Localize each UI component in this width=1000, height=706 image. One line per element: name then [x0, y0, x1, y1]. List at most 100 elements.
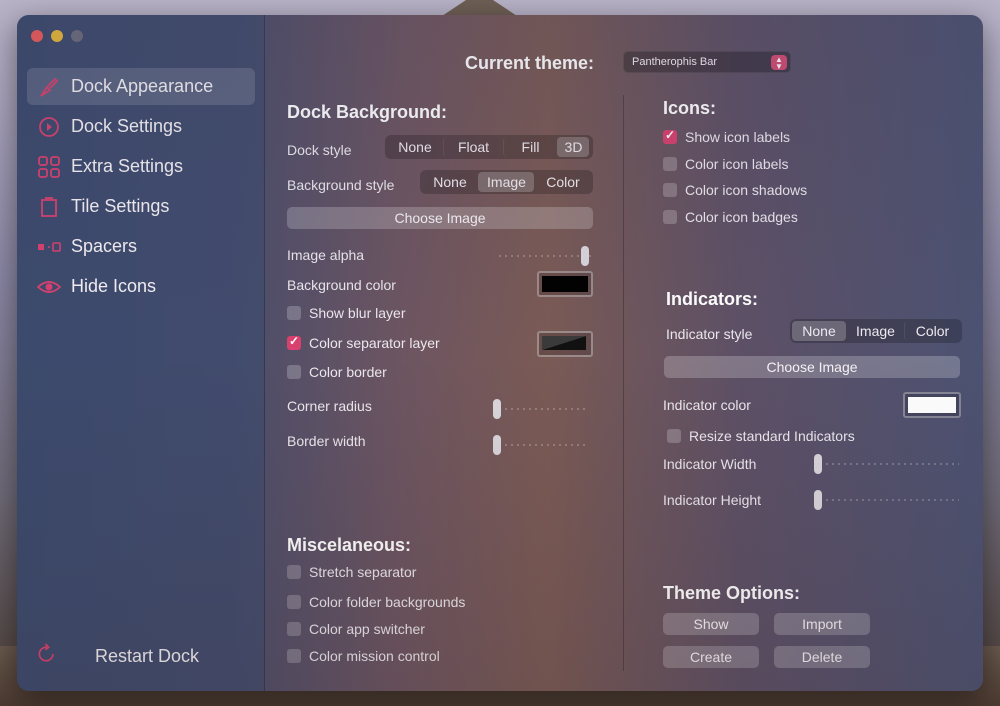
indicator-style-segmented: None Image Color — [790, 319, 962, 343]
checkbox-box[interactable] — [287, 334, 301, 350]
sidebar-item-tile-settings[interactable]: Tile Settings — [27, 188, 255, 225]
checkbox-box[interactable] — [663, 157, 677, 171]
sidebar-item-dock-appearance[interactable]: Dock Appearance — [27, 68, 255, 105]
separator-color-well[interactable] — [537, 331, 593, 357]
slider-knob[interactable] — [581, 246, 589, 266]
color-icon-badges-checkbox[interactable]: Color icon badges — [663, 209, 798, 225]
main-panel: Current theme: Pantherophis Bar ▲ ▼ Dock … — [265, 15, 983, 691]
theme-select[interactable]: Pantherophis Bar ▲ ▼ — [623, 51, 791, 73]
dock-settings-icon — [37, 116, 61, 138]
slider-knob[interactable] — [814, 490, 822, 510]
restart-dock-button[interactable]: Restart Dock — [35, 643, 199, 669]
zoom-button[interactable] — [71, 30, 83, 42]
color-mission-control-checkbox[interactable]: Color mission control — [287, 648, 440, 664]
indicator-choose-image-button[interactable]: Choose Image — [664, 356, 960, 378]
checkbox-box[interactable] — [287, 595, 301, 609]
slider-knob[interactable] — [493, 435, 501, 455]
checkbox-box[interactable] — [663, 128, 677, 144]
choose-image-button[interactable]: Choose Image — [287, 207, 593, 229]
background-color-label: Background color — [287, 277, 396, 293]
resize-indicators-checkbox[interactable]: Resize standard Indicators — [667, 428, 855, 444]
checkbox-label: Color app switcher — [309, 621, 425, 637]
color-icon-labels-checkbox[interactable]: Color icon labels — [663, 156, 789, 172]
indicator-style-none[interactable]: None — [792, 321, 846, 341]
restart-label: Restart Dock — [95, 645, 200, 666]
background-style-label: Background style — [287, 177, 395, 193]
checkbox-label: Color icon badges — [685, 209, 798, 225]
slider-knob[interactable] — [814, 454, 822, 474]
checkbox-label: Show icon labels — [685, 129, 791, 145]
checkbox-box[interactable] — [663, 183, 677, 197]
create-theme-button[interactable]: Create — [663, 646, 759, 668]
background-style-none[interactable]: None — [422, 172, 478, 192]
border-width-slider[interactable] — [493, 435, 589, 455]
indicator-style-label: Indicator style — [666, 326, 753, 342]
close-button[interactable] — [31, 30, 43, 42]
indicator-style-image[interactable]: Image — [846, 321, 904, 341]
checkbox-label: Show blur layer — [309, 305, 406, 321]
checkbox-label: Color icon labels — [685, 156, 789, 172]
color-icon-shadows-checkbox[interactable]: Color icon shadows — [663, 182, 807, 198]
show-blur-checkbox[interactable]: Show blur layer — [287, 305, 406, 321]
eye-icon — [36, 276, 62, 298]
dock-style-none[interactable]: None — [387, 137, 443, 157]
gradient-swatch — [542, 336, 586, 350]
sidebar-item-extra-settings[interactable]: Extra Settings — [27, 148, 255, 185]
color-app-switcher-checkbox[interactable]: Color app switcher — [287, 621, 425, 637]
dock-style-float[interactable]: Float — [443, 137, 503, 157]
color-fill — [542, 276, 588, 292]
color-border-checkbox[interactable]: Color border — [287, 364, 387, 380]
slider-knob[interactable] — [493, 399, 501, 419]
theme-options-title: Theme Options: — [663, 583, 801, 603]
slider-track — [493, 444, 589, 446]
sidebar-item-hide-icons[interactable]: Hide Icons — [27, 268, 255, 305]
indicator-style-color[interactable]: Color — [904, 321, 960, 341]
indicator-color-label: Indicator color — [663, 397, 751, 413]
indicator-height-slider[interactable] — [814, 490, 959, 510]
dock-style-segmented: None Float Fill 3D — [385, 135, 593, 159]
checkbox-box[interactable] — [667, 429, 681, 443]
checkbox-box[interactable] — [287, 649, 301, 663]
sidebar-item-label: Tile Settings — [71, 196, 170, 216]
checkbox-label: Color separator layer — [309, 335, 440, 351]
sidebar-item-label: Spacers — [71, 236, 138, 256]
chevron-updown-icon: ▲ ▼ — [771, 55, 787, 71]
corner-radius-slider[interactable] — [493, 399, 589, 419]
misc-title: Miscelaneous: — [287, 535, 412, 555]
checkbox-box[interactable] — [287, 565, 301, 579]
background-color-well[interactable] — [537, 271, 593, 297]
restart-icon — [35, 643, 61, 669]
image-alpha-label: Image alpha — [287, 247, 365, 263]
sidebar-item-spacers[interactable]: Spacers — [27, 228, 255, 265]
delete-theme-button[interactable]: Delete — [774, 646, 870, 668]
indicator-width-slider[interactable] — [814, 454, 959, 474]
background-style-color[interactable]: Color — [534, 172, 591, 192]
image-alpha-slider[interactable] — [499, 246, 593, 266]
checkbox-label: Stretch separator — [309, 564, 417, 580]
color-separator-checkbox[interactable]: Color separator layer — [287, 334, 440, 351]
checkbox-box[interactable] — [287, 365, 301, 379]
show-icon-labels-checkbox[interactable]: Show icon labels — [663, 128, 791, 145]
checkbox-box[interactable] — [287, 306, 301, 320]
sidebar-item-label: Dock Appearance — [71, 76, 214, 96]
stretch-separator-checkbox[interactable]: Stretch separator — [287, 564, 416, 580]
theme-select-value: Pantherophis Bar — [632, 56, 717, 68]
background-style-image[interactable]: Image — [478, 172, 534, 192]
dock-style-3d[interactable]: 3D — [557, 137, 589, 157]
sidebar-item-dock-settings[interactable]: Dock Settings — [27, 108, 255, 145]
checkbox-box[interactable] — [663, 210, 677, 224]
color-fill — [908, 397, 956, 413]
indicator-width-label: Indicator Width — [663, 456, 757, 472]
dock-background-title: Dock Background: — [287, 102, 448, 122]
slider-track — [814, 463, 959, 465]
brush-icon — [37, 76, 61, 98]
dock-style-fill[interactable]: Fill — [503, 137, 557, 157]
import-theme-button[interactable]: Import — [774, 613, 870, 635]
indicator-color-well[interactable] — [903, 392, 961, 418]
show-theme-button[interactable]: Show — [663, 613, 759, 635]
tile-icon — [37, 196, 61, 218]
color-folder-backgrounds-checkbox[interactable]: Color folder backgrounds — [287, 594, 465, 610]
current-theme-label: Current theme: — [465, 53, 595, 73]
minimize-button[interactable] — [51, 30, 63, 42]
checkbox-box[interactable] — [287, 622, 301, 636]
